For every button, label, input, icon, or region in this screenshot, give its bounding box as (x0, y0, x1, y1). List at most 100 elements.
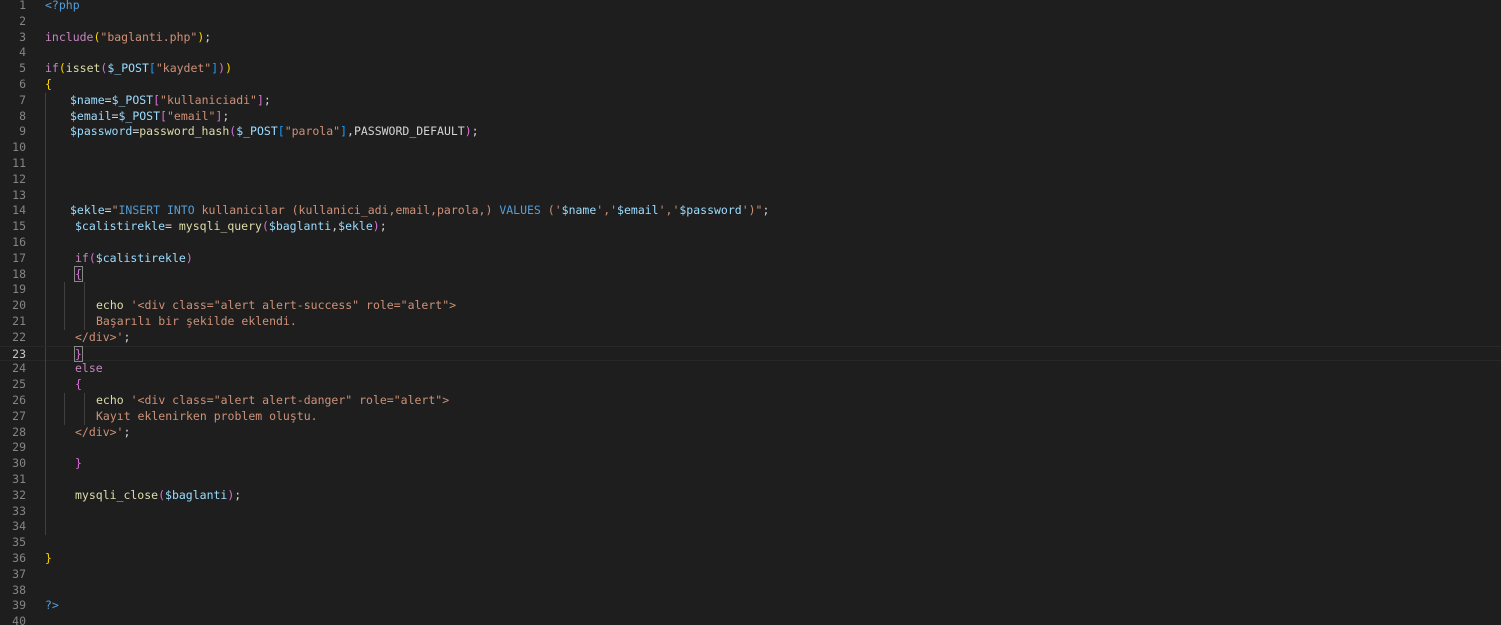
code-text: } (75, 456, 82, 472)
code-line[interactable]: 15 $calistirekle= mysqli_query($baglanti,… (0, 219, 1501, 235)
code-text: else (75, 361, 103, 377)
code-token: Kayıt eklenirken problem oluştu. (96, 408, 318, 423)
code-text: Kayıt eklenirken problem oluştu. (96, 409, 318, 425)
code-line[interactable]: 8 $email=$_POST["email"]; (0, 108, 1501, 125)
code-text: echo '<div class="alert alert-success" r… (96, 298, 456, 314)
code-text: $calistirekle= mysqli_query($baglanti,$e… (75, 219, 387, 235)
line-number: 34 (12, 519, 26, 534)
code-line[interactable]: 24 else (0, 361, 1501, 378)
code-line[interactable]: 22 </div>'; (0, 329, 1501, 346)
code-line[interactable]: 13 (0, 187, 1501, 204)
code-line[interactable]: 26 echo '<div class="alert alert-danger" … (0, 393, 1501, 409)
code-line[interactable]: 37 (0, 567, 1501, 583)
code-token: if (45, 61, 59, 76)
indent-guide (84, 314, 85, 330)
code-line[interactable]: 7 $name=$_POST["kullaniciadi"]; (0, 92, 1501, 109)
code-token: $_POST (118, 108, 161, 123)
code-token: [ (153, 92, 161, 107)
code-token: { (45, 77, 52, 91)
code-token: ')" (741, 203, 763, 218)
code-token: '<div class="alert alert-success" role="… (123, 298, 457, 313)
code-token: ) (372, 219, 380, 234)
code-line[interactable]: 35 (0, 535, 1501, 551)
code-line[interactable]: 19 (0, 282, 1501, 299)
code-line[interactable]: 6{ (0, 77, 1501, 93)
code-token: ) (464, 124, 472, 139)
line-number: 9 (19, 124, 26, 139)
code-line[interactable]: 5 if(isset($_POST["kaydet"])) (0, 61, 1501, 77)
indent-guide (64, 298, 65, 314)
code-text: $email=$_POST["email"]; (70, 109, 229, 125)
indent-guide (45, 519, 46, 536)
line-number: 38 (12, 582, 26, 597)
code-line[interactable]: 27 Kayıt eklenirken problem oluştu. (0, 408, 1501, 425)
code-text: </div>'; (75, 330, 130, 346)
code-token: "kullaniciadi" (160, 92, 257, 107)
indent-guide (45, 456, 46, 472)
code-token: $email (70, 108, 112, 123)
code-token: ',' (658, 203, 680, 218)
code-token: $baglanti (165, 487, 228, 502)
indent-guide (84, 282, 85, 299)
code-line[interactable]: 36} (0, 551, 1501, 567)
code-line[interactable]: 33 (0, 503, 1501, 520)
code-line[interactable]: 9 $password=password_hash($_POST["parola"… (0, 124, 1501, 141)
code-token: [ (277, 124, 285, 139)
indent-guide (45, 171, 46, 188)
line-number: 8 (19, 108, 26, 123)
indent-guide (45, 124, 46, 141)
code-line[interactable]: 32 mysqli_close($baglanti); (0, 487, 1501, 504)
code-line[interactable]: 18 { (0, 265, 1501, 283)
code-line[interactable]: 30} (0, 456, 1501, 472)
code-token: ',' (596, 203, 618, 218)
code-line[interactable]: 4 (0, 45, 1501, 61)
code-line[interactable]: 39 ?> (0, 598, 1501, 614)
indent-guide (45, 487, 46, 504)
code-token: $baglanti (268, 219, 332, 234)
code-line[interactable]: 12 (0, 171, 1501, 188)
code-line[interactable]: 11 (0, 156, 1501, 172)
code-line[interactable]: 20 echo '<div class="alert alert-success"… (0, 298, 1501, 314)
code-text: { (74, 265, 83, 283)
line-number: 20 (12, 298, 26, 313)
indent-guide (45, 503, 46, 520)
code-token: include (45, 29, 94, 44)
code-line[interactable]: 34 (0, 519, 1501, 536)
indent-guide (45, 424, 46, 441)
line-number: 25 (12, 377, 26, 392)
code-token: </div>' (75, 329, 124, 344)
code-line[interactable]: 16 (0, 235, 1501, 251)
code-token: </div>' (75, 424, 124, 439)
line-number: 28 (12, 424, 26, 439)
code-line[interactable]: 14 $ekle="INSERT INTO kullanicilar (kulla… (0, 203, 1501, 220)
code-line[interactable]: 31 (0, 472, 1501, 488)
code-line[interactable]: 23} (0, 345, 1501, 363)
code-line[interactable]: 40 (0, 614, 1501, 625)
code-text: $name=$_POST["kullaniciadi"]; (70, 93, 271, 109)
code-line[interactable]: 28 </div>'; (0, 424, 1501, 441)
code-line[interactable]: 3 include("baglanti.php"); (0, 30, 1501, 46)
code-token: ; (471, 124, 479, 139)
line-number: 16 (12, 235, 26, 249)
line-number: 24 (12, 361, 26, 376)
line-number: 18 (12, 266, 26, 281)
code-editor[interactable]: 1 <?php 2 3 include("baglanti.php"); 4 5 if(iss… (0, 0, 1501, 625)
code-token: $name (561, 203, 597, 218)
code-line[interactable]: 17 if($calistirekle) (0, 250, 1501, 267)
code-line[interactable]: 2 (0, 14, 1501, 30)
code-token: "baglanti.php" (100, 29, 198, 44)
code-token: $ekle (70, 203, 105, 218)
code-line[interactable]: 21 Başarılı bir şekilde eklendi. (0, 314, 1501, 330)
code-line[interactable]: 10 (0, 140, 1501, 156)
code-token: password_hash (139, 124, 230, 139)
code-token: <?php (45, 0, 80, 12)
code-line[interactable]: 1 <?php (0, 0, 1501, 14)
code-line[interactable]: 29 (0, 440, 1501, 457)
code-text: if(isset($_POST["kaydet"])) (45, 61, 232, 77)
code-text: </div>'; (75, 425, 130, 441)
code-token: = (104, 203, 112, 218)
indent-guide (64, 314, 65, 330)
code-token: ,PASSWORD_DEFAULT (347, 124, 465, 139)
code-line[interactable]: 38 (0, 583, 1501, 599)
code-line[interactable]: 25 { (0, 377, 1501, 393)
